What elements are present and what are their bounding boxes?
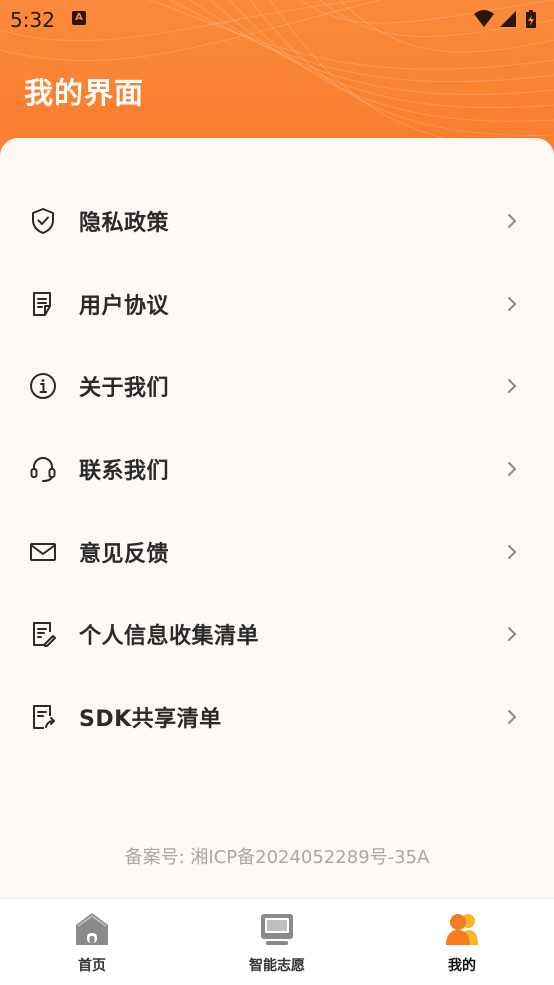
- headset-icon: [29, 455, 57, 483]
- signal-icon: [500, 11, 516, 27]
- status-time: 5:32: [10, 8, 55, 32]
- shield-check-icon: [29, 207, 57, 235]
- icp-record-text: 备案号: 湘ICP备2024052289号-35A: [124, 847, 430, 868]
- tab-mine[interactable]: 我的: [370, 899, 554, 985]
- tab-home[interactable]: 首页: [0, 899, 184, 985]
- settings-menu: 隐私政策 用户协议 关于我们 联系我们 意见反馈 个人信息收集清单 SDK共享清…: [0, 180, 554, 758]
- a-letter-icon: A: [72, 11, 86, 25]
- chevron-right-icon: [508, 214, 517, 229]
- menu-item-feedback[interactable]: 意见反馈: [0, 510, 554, 593]
- chevron-right-icon: [508, 296, 517, 311]
- battery-charging-icon: [526, 10, 536, 28]
- bottom-tab-bar: 首页 智能志愿 我的: [0, 898, 554, 985]
- wifi-icon: [474, 10, 494, 27]
- menu-item-privacy-policy[interactable]: 隐私政策: [0, 180, 554, 263]
- menu-item-label: 联系我们: [79, 459, 170, 485]
- chevron-right-icon: [508, 627, 517, 642]
- menu-item-label: 个人信息收集清单: [79, 624, 260, 650]
- menu-item-label: SDK共享清单: [79, 706, 222, 732]
- chevron-right-icon: [508, 379, 517, 394]
- status-icons: [472, 8, 544, 35]
- menu-item-contact-us[interactable]: 联系我们: [0, 428, 554, 511]
- share-list-icon: [29, 703, 57, 731]
- document-icon: [29, 290, 57, 318]
- tab-smart-application[interactable]: 智能志愿: [185, 899, 369, 985]
- mail-icon: [29, 538, 57, 566]
- menu-item-about-us[interactable]: 关于我们: [0, 345, 554, 428]
- tab-label: 我的: [448, 958, 476, 974]
- tab-label: 智能志愿: [249, 958, 305, 974]
- menu-item-label: 用户协议: [79, 293, 170, 319]
- edit-list-icon: [29, 620, 57, 648]
- users-icon: [446, 914, 478, 945]
- status-bar: 5:32 A: [0, 0, 554, 38]
- tab-label: 首页: [78, 958, 106, 974]
- menu-item-label: 意见反馈: [79, 541, 170, 567]
- menu-item-label: 关于我们: [79, 376, 170, 402]
- menu-item-user-agreement[interactable]: 用户协议: [0, 263, 554, 346]
- menu-item-label: 隐私政策: [79, 211, 170, 237]
- monitor-icon: [261, 914, 293, 945]
- chevron-right-icon: [508, 709, 517, 724]
- home-icon: [76, 913, 108, 945]
- page-title: 我的界面: [24, 76, 145, 110]
- menu-item-sdk-share-list[interactable]: SDK共享清单: [0, 676, 554, 759]
- chevron-right-icon: [508, 462, 517, 477]
- menu-item-personal-info-list[interactable]: 个人信息收集清单: [0, 593, 554, 676]
- chevron-right-icon: [508, 544, 517, 559]
- info-icon: [29, 372, 57, 400]
